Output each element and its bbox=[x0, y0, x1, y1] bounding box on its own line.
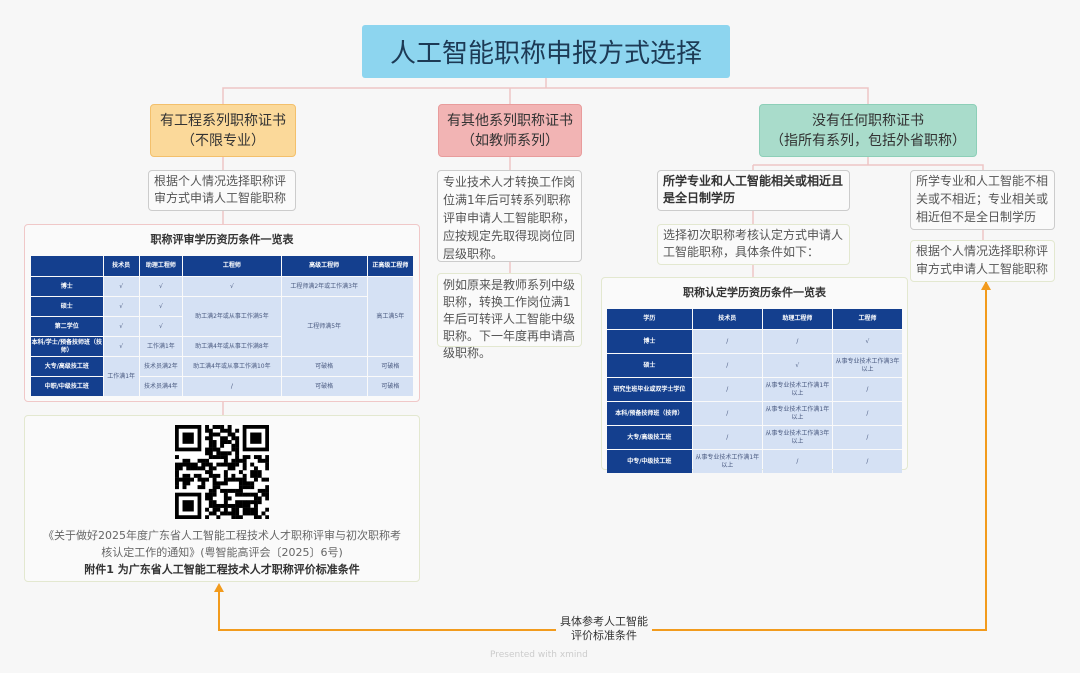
col-header: 技术员 bbox=[692, 309, 762, 329]
row-header: 中专/中级技工班 bbox=[607, 450, 692, 473]
transfer-note: 专业技术人才转换工作岗位满1年后可转系列职称评审申请人工智能职称，应按规定先取得… bbox=[437, 170, 582, 262]
table-cell: √ bbox=[762, 354, 832, 377]
branch-subtitle: （如教师系列） bbox=[461, 132, 559, 149]
row-header: 大专/高级技工班 bbox=[31, 357, 103, 376]
engineering-note: 根据个人情况选择职称评审方式申请人工智能职称 bbox=[148, 170, 296, 211]
col-header: 工程师 bbox=[183, 256, 281, 276]
document-title: 《关于做好2025年度广东省人工智能工程技术人才职称评审与初次职称考核认定工作的… bbox=[43, 529, 401, 559]
col-header: 助理工程师 bbox=[762, 309, 832, 329]
table2-title: 职称认定学历资历条件一览表 bbox=[683, 286, 826, 299]
table-cell: / bbox=[832, 402, 902, 425]
table-cell: / bbox=[692, 378, 762, 401]
col-header: 助理工程师 bbox=[139, 256, 183, 276]
table-row: 大专/高级技工班 / 从事专业技术工作满3年以上 / bbox=[607, 426, 902, 449]
branch-other-cert[interactable]: 有其他系列职称证书 （如教师系列） bbox=[438, 104, 582, 157]
table1-container: 职称评审学历资历条件一览表 技术员 助理工程师 工程师 高级工程师 正高级工程师 博士 √… bbox=[24, 224, 420, 402]
table-cell: / bbox=[832, 426, 902, 449]
unrelated-note: 根据个人情况选择职称评审方式申请人工智能职称 bbox=[910, 240, 1055, 282]
branch-no-cert[interactable]: 没有任何职称证书 （指所有系列，包括外省职称） bbox=[759, 104, 977, 157]
recognition-note: 选择初次职称考核认定方式申请人工智能职称，具体条件如下： bbox=[657, 224, 850, 265]
page-title: 人工智能职称申报方式选择 bbox=[362, 25, 730, 78]
arrow-label: 具体参考人工智能评价标准条件 bbox=[556, 615, 652, 643]
col-header: 工程师 bbox=[832, 309, 902, 329]
document-reference: 《关于做好2025年度广东省人工智能工程技术人才职称评审与初次职称考核认定工作的… bbox=[24, 415, 420, 582]
row-header: 研究生班毕业或双学士学位 bbox=[607, 378, 692, 401]
row-header: 大专/高级技工班 bbox=[607, 426, 692, 449]
table-cell: / bbox=[762, 450, 832, 473]
col-header: 学历 bbox=[607, 309, 692, 329]
table-row: 中专/中级技工班 从事专业技术工作满1年以上 / / bbox=[607, 450, 902, 473]
table-row: 硕士 / √ 从事专业技术工作满3年以上 bbox=[607, 354, 902, 377]
table-cell: 从事专业技术工作满1年以上 bbox=[692, 450, 762, 473]
table-cell: / bbox=[692, 402, 762, 425]
transfer-example: 例如原来是教师系列中级职称，转换工作岗位满1年后可转评人工智能中级职称。下一年度… bbox=[437, 273, 582, 360]
qr-code-icon[interactable] bbox=[175, 425, 269, 519]
table2-container: 职称认定学历资历条件一览表 学历 技术员 助理工程师 工程师 博士 / / √ 硕士 / √ 从事专… bbox=[601, 277, 908, 473]
row-header: 硕士 bbox=[31, 297, 103, 316]
table1: 技术员 助理工程师 工程师 高级工程师 正高级工程师 博士 √ √ √ 工程师满2年或工作满3年… bbox=[30, 255, 414, 397]
row-header: 第二学位 bbox=[31, 317, 103, 336]
row-header: 博士 bbox=[31, 277, 103, 296]
branch-subtitle: （指所有系列，包括外省职称） bbox=[770, 132, 966, 149]
row-header: 中职/中级技工班 bbox=[31, 377, 103, 396]
table2: 学历 技术员 助理工程师 工程师 博士 / / √ 硕士 / √ 从事专业技术工作满3年以上 研究生班… bbox=[606, 308, 903, 474]
branch-title: 没有任何职称证书 bbox=[812, 112, 924, 129]
row-header: 本科/预备技师班（技师） bbox=[607, 402, 692, 425]
branch-title: 有其他系列职称证书 bbox=[447, 112, 573, 129]
table-cell: / bbox=[832, 378, 902, 401]
row-header: 硕士 bbox=[607, 354, 692, 377]
col-header: 技术员 bbox=[103, 256, 139, 276]
table-cell: / bbox=[832, 450, 902, 473]
table-cell: √ bbox=[832, 330, 902, 353]
row-header: 本科/学士/预备技师班（技师） bbox=[31, 337, 103, 356]
table-cell: 从事专业技术工作满3年以上 bbox=[762, 426, 832, 449]
branch-title: 有工程系列职称证书 bbox=[160, 112, 286, 129]
branch-subtitle: （不限专业） bbox=[181, 132, 265, 149]
unrelated-major-condition: 所学专业和人工智能不相关或不相近；专业相关或相近但不是全日制学历 bbox=[910, 170, 1055, 230]
table-row: 研究生班毕业或双学士学位 / 从事专业技术工作满1年以上 / bbox=[607, 378, 902, 401]
table-cell: / bbox=[692, 330, 762, 353]
related-major-condition: 所学专业和人工智能相关或相近且是全日制学历 bbox=[657, 170, 850, 211]
document-attachment: 附件1 为广东省人工智能工程技术人才职称评价标准条件 bbox=[84, 563, 360, 576]
table-cell: / bbox=[762, 330, 832, 353]
table1-title: 职称评审学历资历条件一览表 bbox=[150, 233, 294, 246]
table-cell: / bbox=[692, 426, 762, 449]
table-cell: 从事专业技术工作满3年以上 bbox=[832, 354, 902, 377]
col-header: 正高级工程师 bbox=[367, 256, 413, 276]
footer-watermark: Presented with xmind bbox=[490, 650, 588, 660]
branch-engineering-cert[interactable]: 有工程系列职称证书 （不限专业） bbox=[150, 104, 296, 157]
table-row: 本科/预备技师班（技师） / 从事专业技术工作满1年以上 / bbox=[607, 402, 902, 425]
col-header: 高级工程师 bbox=[281, 256, 367, 276]
table-cell: 从事专业技术工作满1年以上 bbox=[762, 378, 832, 401]
row-header: 博士 bbox=[607, 330, 692, 353]
table-row: 博士 / / √ bbox=[607, 330, 902, 353]
table-cell: 从事专业技术工作满1年以上 bbox=[762, 402, 832, 425]
table-cell: / bbox=[692, 354, 762, 377]
